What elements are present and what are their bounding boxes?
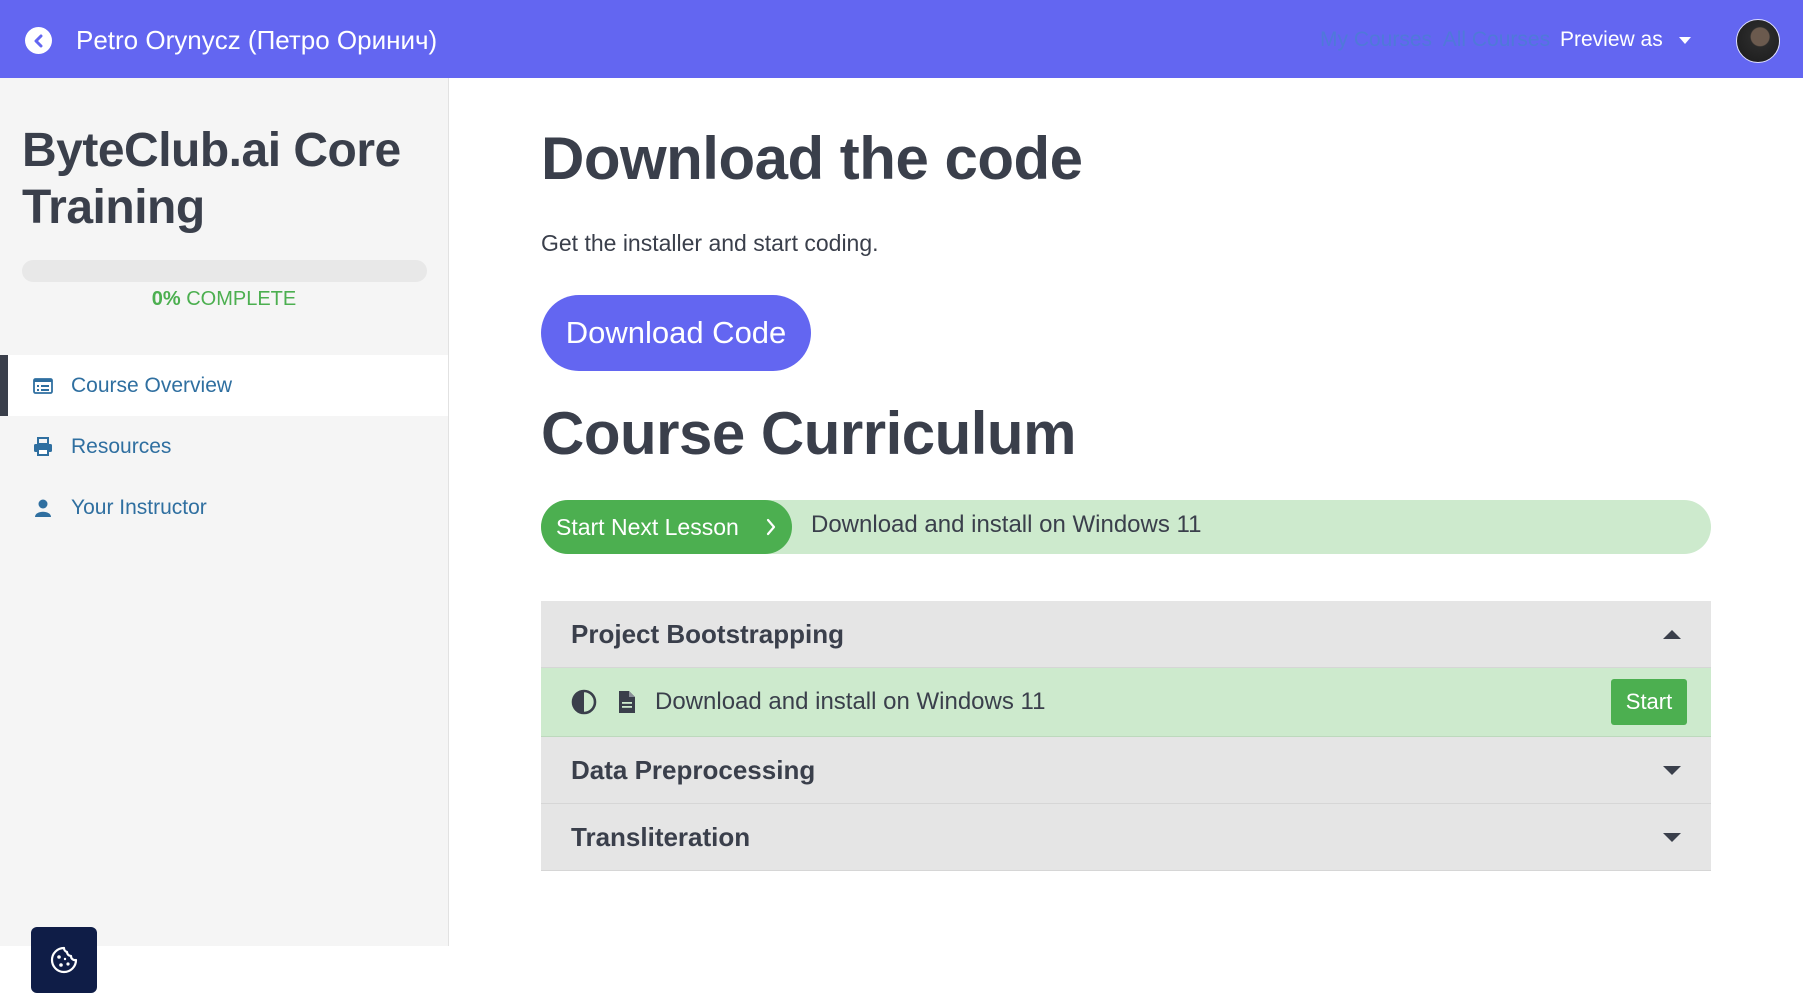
sidebar-item-label: Course Overview <box>71 373 233 397</box>
lesson-name: Download and install on Windows 11 <box>655 688 1046 715</box>
sidebar-item-resources[interactable]: Resources <box>0 416 448 477</box>
preview-as-dropdown[interactable]: Preview as <box>1560 0 1691 78</box>
course-title: ByteClub.ai Core Training <box>22 124 401 234</box>
preview-as-label: Preview as <box>1560 28 1663 51</box>
progress-complete-text: COMPLETE <box>186 288 297 310</box>
start-lesson-button[interactable]: Start <box>1611 679 1687 725</box>
section-header-data-preprocessing[interactable]: Data Preprocessing <box>541 737 1711 804</box>
half-circle-icon <box>571 689 597 715</box>
all-courses-link[interactable]: All Courses <box>1443 28 1550 51</box>
sidebar-item-your-instructor[interactable]: Your Instructor <box>0 477 448 538</box>
section-title: Project Bootstrapping <box>571 618 845 649</box>
top-nav-links: My Courses All Courses <box>1320 0 1556 78</box>
chevron-right-icon <box>765 500 777 573</box>
section-header-transliteration[interactable]: Transliteration <box>541 804 1711 871</box>
caret-up-icon <box>1663 629 1681 639</box>
progress-percent: 0% <box>151 288 181 310</box>
sidebar-nav: Course Overview Resources Your Instructo… <box>0 355 448 538</box>
avatar[interactable] <box>1736 19 1780 63</box>
sidebar-item-course-overview[interactable]: Course Overview <box>0 355 448 416</box>
back-button[interactable] <box>25 27 52 54</box>
top-bar: Petro Orynycz (Петро Оринич) My Courses … <box>0 0 1803 78</box>
download-subtitle: Get the installer and start coding. <box>541 230 879 256</box>
section-title: Data Preprocessing <box>571 754 816 785</box>
course-owner-title: Petro Orynycz (Петро Оринич) <box>76 25 438 55</box>
caret-down-icon <box>1663 765 1681 775</box>
lesson-row[interactable]: Download and install on Windows 11 Start <box>541 668 1711 737</box>
download-code-button[interactable]: Download Code <box>541 295 811 371</box>
printer-icon <box>33 437 53 457</box>
document-icon <box>619 691 635 713</box>
progress-bar <box>22 260 427 282</box>
chevron-left-icon <box>34 34 42 47</box>
list-icon <box>33 376 53 396</box>
start-next-lesson-label: Start Next Lesson <box>556 514 739 540</box>
download-heading: Download the code <box>541 125 1083 192</box>
sidebar: ByteClub.ai Core Training 0% COMPLETE Co… <box>0 78 449 993</box>
cookie-settings-button[interactable] <box>31 927 97 993</box>
curriculum-heading: Course Curriculum <box>541 400 1076 467</box>
my-courses-link[interactable]: My Courses <box>1320 28 1432 51</box>
cookie-icon <box>50 946 78 974</box>
main-content: Download the code Get the installer and … <box>449 78 1803 946</box>
sidebar-item-label: Resources <box>71 434 172 458</box>
user-icon <box>33 498 53 518</box>
progress-label: 0% COMPLETE <box>0 288 448 311</box>
section-header-project-bootstrapping[interactable]: Project Bootstrapping <box>541 601 1711 668</box>
sidebar-item-label: Your Instructor <box>71 495 207 519</box>
section-title: Transliteration <box>571 821 751 852</box>
next-lesson-bar: Start Next Lesson Download and install o… <box>541 500 1711 554</box>
caret-down-icon <box>1663 832 1681 842</box>
next-lesson-name: Download and install on Windows 11 <box>811 511 1202 538</box>
caret-down-icon <box>1678 36 1691 44</box>
curriculum-list: Project Bootstrapping Download and insta… <box>541 601 1711 871</box>
start-next-lesson-button[interactable]: Start Next Lesson <box>541 500 792 554</box>
